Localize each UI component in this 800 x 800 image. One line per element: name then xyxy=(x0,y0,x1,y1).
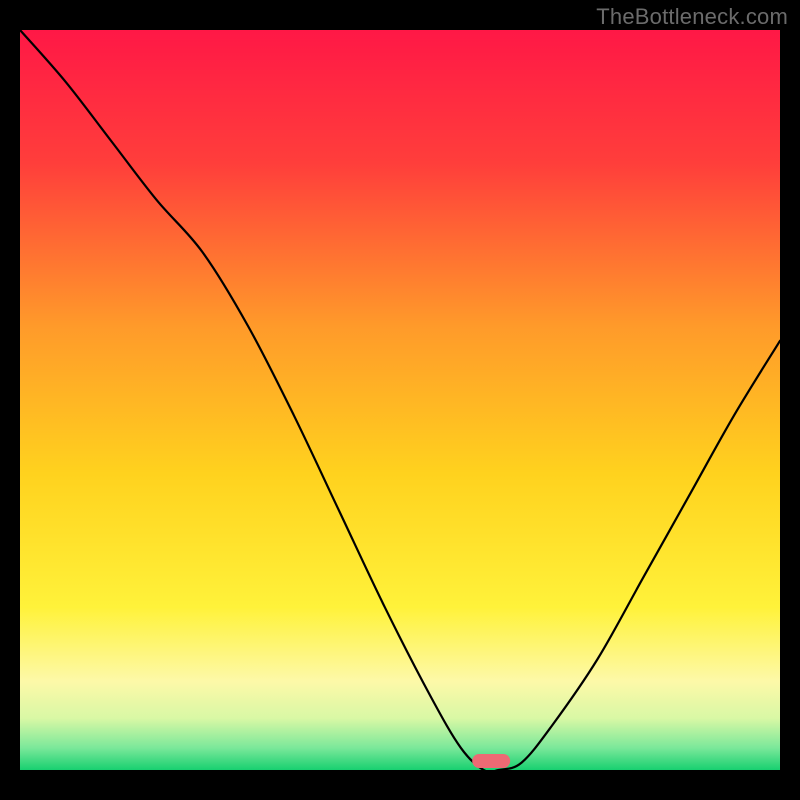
optimal-marker xyxy=(472,754,510,768)
chart-frame: TheBottleneck.com xyxy=(0,0,800,800)
bottleneck-chart xyxy=(0,0,800,800)
plot-background xyxy=(20,30,780,770)
watermark-text: TheBottleneck.com xyxy=(596,4,788,30)
